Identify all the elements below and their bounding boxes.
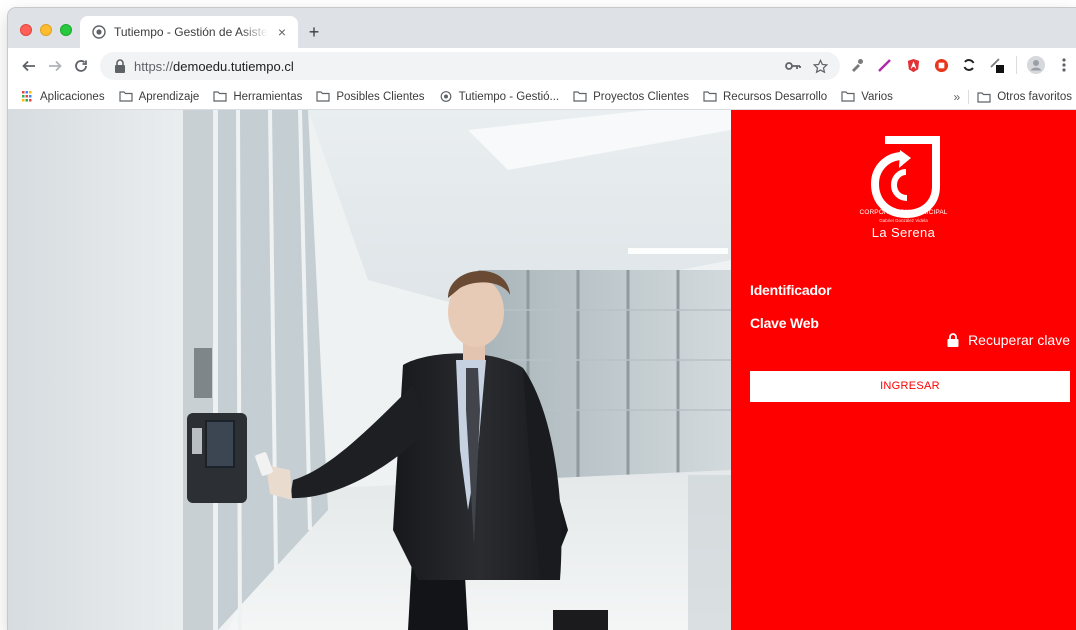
bookmarks-bar: Aplicaciones Aprendizaje Herramientas Po… bbox=[8, 84, 1076, 110]
org-name-line2: Gabriel González Videla bbox=[879, 218, 928, 223]
browser-window: Tutiempo - Gestión de Asistencia × + htt… bbox=[8, 8, 1076, 630]
bookmark-label: Herramientas bbox=[233, 90, 303, 103]
profile-avatar[interactable] bbox=[1027, 56, 1045, 74]
bookmark-herramientas[interactable]: Herramientas bbox=[213, 91, 302, 103]
extension-dev-icon[interactable] bbox=[988, 56, 1006, 74]
reload-button[interactable] bbox=[70, 55, 92, 77]
new-tab-button[interactable]: + bbox=[304, 22, 324, 42]
password-label: Clave Web bbox=[750, 315, 819, 331]
bookmark-label: Aplicaciones bbox=[40, 90, 105, 103]
site-favicon-icon bbox=[440, 91, 451, 102]
bookmark-label: Proyectos Clientes bbox=[593, 90, 689, 103]
url-scheme: https:// bbox=[134, 58, 174, 74]
tab-strip: Tutiempo - Gestión de Asistencia × + bbox=[8, 8, 1076, 48]
bookmark-posibles-clientes[interactable]: Posibles Clientes bbox=[316, 90, 425, 103]
close-window-button[interactable] bbox=[20, 24, 32, 36]
extension-pen-icon[interactable] bbox=[876, 56, 894, 74]
recover-password-label: Recuperar clave bbox=[968, 332, 1070, 348]
window-controls bbox=[20, 24, 72, 36]
forward-arrow-icon bbox=[49, 60, 62, 72]
tab-title: Tutiempo - Gestión de Asistencia bbox=[114, 25, 268, 39]
url-text: https://demoedu.tutiempo.cl bbox=[134, 59, 785, 74]
identifier-label: Identificador bbox=[750, 282, 832, 298]
bookmark-aprendizaje[interactable]: Aprendizaje bbox=[118, 90, 200, 103]
page-content: CORPORACION MUNICIPAL Gabriel González V… bbox=[8, 110, 1076, 630]
extensions-area bbox=[848, 56, 1073, 74]
zoom-window-button[interactable] bbox=[60, 24, 72, 36]
bookmark-varios[interactable]: Varios bbox=[841, 91, 893, 103]
org-name-line1: CORPORACION MUNICIPAL bbox=[859, 209, 948, 216]
login-panel: CORPORACION MUNICIPAL Gabriel González V… bbox=[731, 110, 1076, 630]
reload-icon bbox=[75, 60, 87, 72]
corporacion-municipal-logo bbox=[870, 136, 940, 219]
folder-icon bbox=[118, 91, 133, 102]
bookmark-otros-favoritos[interactable]: Otros favoritos bbox=[977, 91, 1072, 103]
bookmarks-bar-end: » Otros favoritos bbox=[945, 84, 1076, 109]
forward-button[interactable] bbox=[44, 55, 66, 77]
bookmark-label: Aprendizaje bbox=[138, 90, 200, 103]
lock-icon bbox=[115, 59, 125, 73]
address-bar[interactable]: https://demoedu.tutiempo.cl bbox=[100, 52, 840, 80]
browser-tab-active[interactable]: Tutiempo - Gestión de Asistencia × bbox=[80, 16, 298, 48]
bookmark-recursos-desarrollo[interactable]: Recursos Desarrollo bbox=[703, 91, 827, 103]
folder-icon bbox=[977, 91, 991, 103]
key-icon[interactable] bbox=[785, 60, 801, 72]
url-host: demoedu.tutiempo.cl bbox=[173, 58, 294, 74]
bookmark-label: Recursos Desarrollo bbox=[723, 90, 828, 103]
password-input[interactable] bbox=[750, 332, 940, 352]
address-bar-actions bbox=[785, 58, 828, 74]
login-submit-button[interactable]: INGRESAR bbox=[750, 371, 1070, 402]
folder-icon bbox=[573, 91, 587, 102]
bookmarks-overflow-button[interactable]: » bbox=[954, 90, 961, 104]
bookmark-label: Varios bbox=[861, 90, 893, 103]
extension-angular-icon[interactable] bbox=[904, 56, 922, 74]
close-tab-button[interactable]: × bbox=[274, 24, 290, 40]
recover-password-link[interactable]: Recuperar clave bbox=[947, 332, 1070, 348]
bookmark-proyectos-clientes[interactable]: Proyectos Clientes bbox=[573, 91, 689, 103]
apps-grid-icon bbox=[22, 91, 32, 102]
back-arrow-icon bbox=[22, 60, 35, 72]
extension-stop-icon[interactable] bbox=[932, 56, 950, 74]
extension-sync-icon[interactable] bbox=[960, 56, 978, 74]
office-scene-illustration bbox=[8, 110, 731, 630]
folder-icon bbox=[841, 91, 855, 102]
bookmark-aplicaciones[interactable]: Aplicaciones bbox=[20, 91, 105, 103]
minimize-window-button[interactable] bbox=[40, 24, 52, 36]
folder-icon bbox=[213, 91, 227, 102]
bookmark-label: Posibles Clientes bbox=[336, 90, 425, 103]
bookmark-star-icon[interactable] bbox=[813, 58, 828, 74]
bookmarks-divider bbox=[968, 90, 970, 104]
extension-dropper-icon[interactable] bbox=[848, 56, 866, 74]
bookmark-tutiempo[interactable]: Tutiempo - Gestió... bbox=[439, 90, 560, 103]
org-city: La Serena bbox=[871, 225, 936, 240]
browser-toolbar: https://demoedu.tutiempo.cl bbox=[8, 48, 1076, 84]
bookmark-label: Tutiempo - Gestió... bbox=[458, 90, 560, 103]
browser-menu-button[interactable] bbox=[1055, 56, 1073, 74]
folder-icon bbox=[703, 91, 717, 102]
lock-icon bbox=[947, 333, 959, 347]
bookmark-label: Otros favoritos bbox=[997, 91, 1072, 103]
toolbar-divider bbox=[1016, 56, 1017, 74]
hero-photo bbox=[8, 110, 731, 630]
back-button[interactable] bbox=[18, 55, 40, 77]
folder-icon bbox=[316, 91, 330, 102]
site-favicon-icon bbox=[92, 25, 106, 39]
